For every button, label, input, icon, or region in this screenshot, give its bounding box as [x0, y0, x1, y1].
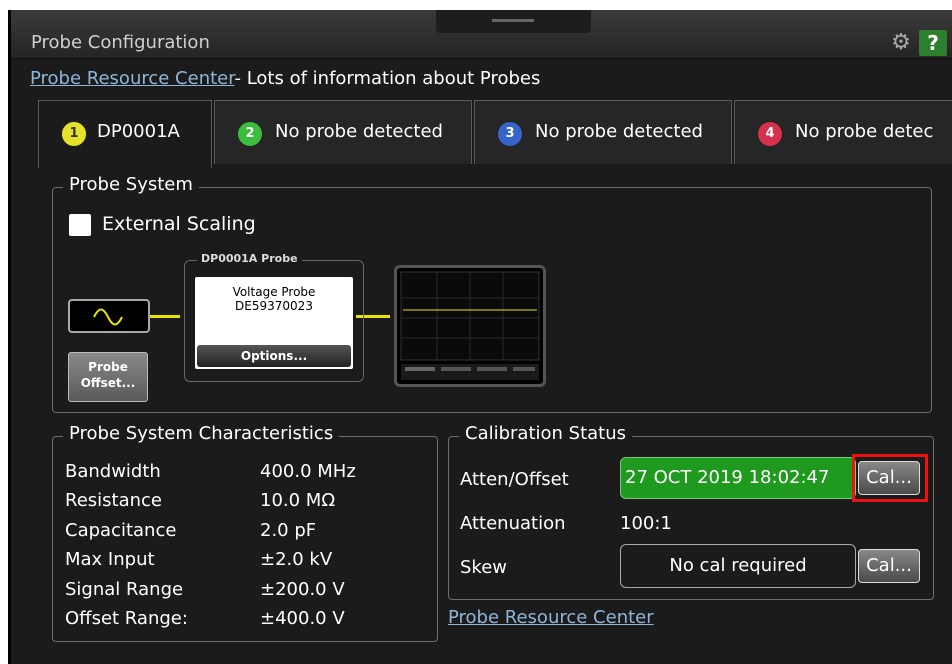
capacitance-value: 2.0 pF: [260, 520, 317, 541]
tab-channel-2[interactable]: 2 No probe detected: [214, 100, 472, 164]
channel-2-badge: 2: [237, 121, 263, 147]
probe-system-legend: Probe System: [63, 174, 199, 195]
channel-4-badge: 4: [757, 121, 783, 147]
options-button[interactable]: Options...: [197, 345, 351, 367]
scope-screen-icon: [400, 271, 540, 380]
offset-range-value: ±400.0 V: [260, 608, 345, 629]
tab-channel-1[interactable]: 1 DP0001A: [38, 100, 212, 168]
probe-box-title: DP0001A Probe: [197, 252, 302, 265]
attenuation-value: 100:1: [620, 513, 672, 534]
capacitance-label: Capacitance: [65, 520, 177, 541]
bandwidth-label: Bandwidth: [65, 461, 161, 482]
tab-channel-4[interactable]: 4 No probe detec: [734, 100, 952, 164]
probe-resource-center-link[interactable]: Probe Resource Center: [30, 68, 234, 89]
bandwidth-value: 400.0 MHz: [260, 461, 356, 482]
title-bar[interactable]: Probe Configuration ⚙ ?: [11, 10, 952, 59]
probe-offset-button[interactable]: Probe Offset...: [68, 352, 148, 402]
highlight-box: [852, 454, 928, 502]
resistance-value: 10.0 MΩ: [260, 490, 336, 511]
tab-channel-4-label: No probe detec: [795, 121, 934, 142]
offset-range-label: Offset Range:: [65, 608, 188, 629]
skew-status: No cal required: [620, 544, 856, 588]
atten-offset-label: Atten/Offset: [460, 469, 569, 490]
footer-probe-resource-center-link[interactable]: Probe Resource Center: [448, 607, 654, 628]
resource-link-row: Probe Resource Center- Lots of informati…: [30, 68, 540, 89]
calibration-status-legend: Calibration Status: [459, 423, 633, 444]
external-scaling-checkbox[interactable]: [69, 214, 91, 236]
probe-info-box: DP0001A Probe Voltage Probe DE59370023 O…: [184, 252, 364, 382]
probe-info-panel: Voltage Probe DE59370023 Options...: [195, 277, 353, 369]
tab-channel-2-label: No probe detected: [275, 121, 443, 142]
tab-channel-1-label: DP0001A: [97, 121, 180, 142]
grip-icon: [492, 19, 534, 22]
sine-wave-icon: [93, 308, 123, 326]
atten-offset-status: 27 OCT 2019 18:02:47: [620, 457, 856, 499]
tab-channel-3-label: No probe detected: [535, 121, 703, 142]
probe-serial: DE59370023: [235, 299, 313, 313]
probe-offset-label-1: Probe: [88, 360, 128, 374]
probe-type: Voltage Probe: [232, 285, 316, 299]
resistance-label: Resistance: [65, 490, 162, 511]
tab-channel-3[interactable]: 3 No probe detected: [474, 100, 732, 164]
probe-offset-label-2: Offset...: [80, 376, 136, 390]
resource-link-description: - Lots of information about Probes: [234, 68, 541, 89]
external-scaling-label: External Scaling: [102, 213, 256, 235]
attenuation-label: Attenuation: [460, 513, 566, 534]
channel-1-badge: 1: [61, 121, 87, 147]
drag-handle[interactable]: [436, 10, 591, 33]
max-input-label: Max Input: [65, 549, 155, 570]
channel-3-badge: 3: [497, 121, 523, 147]
gear-icon[interactable]: ⚙: [887, 30, 915, 56]
oscilloscope-thumbnail: [394, 265, 546, 387]
signal-wire: [150, 315, 180, 318]
help-button[interactable]: ?: [919, 30, 947, 56]
waveform-icon: [68, 299, 150, 333]
signal-range-value: ±200.0 V: [260, 579, 345, 600]
max-input-value: ±2.0 kV: [260, 549, 333, 570]
skew-label: Skew: [460, 557, 508, 578]
cal-skew-button[interactable]: Cal...: [858, 549, 920, 583]
signal-range-label: Signal Range: [65, 579, 184, 600]
window-title: Probe Configuration: [31, 32, 210, 53]
characteristics-legend: Probe System Characteristics: [63, 423, 340, 444]
